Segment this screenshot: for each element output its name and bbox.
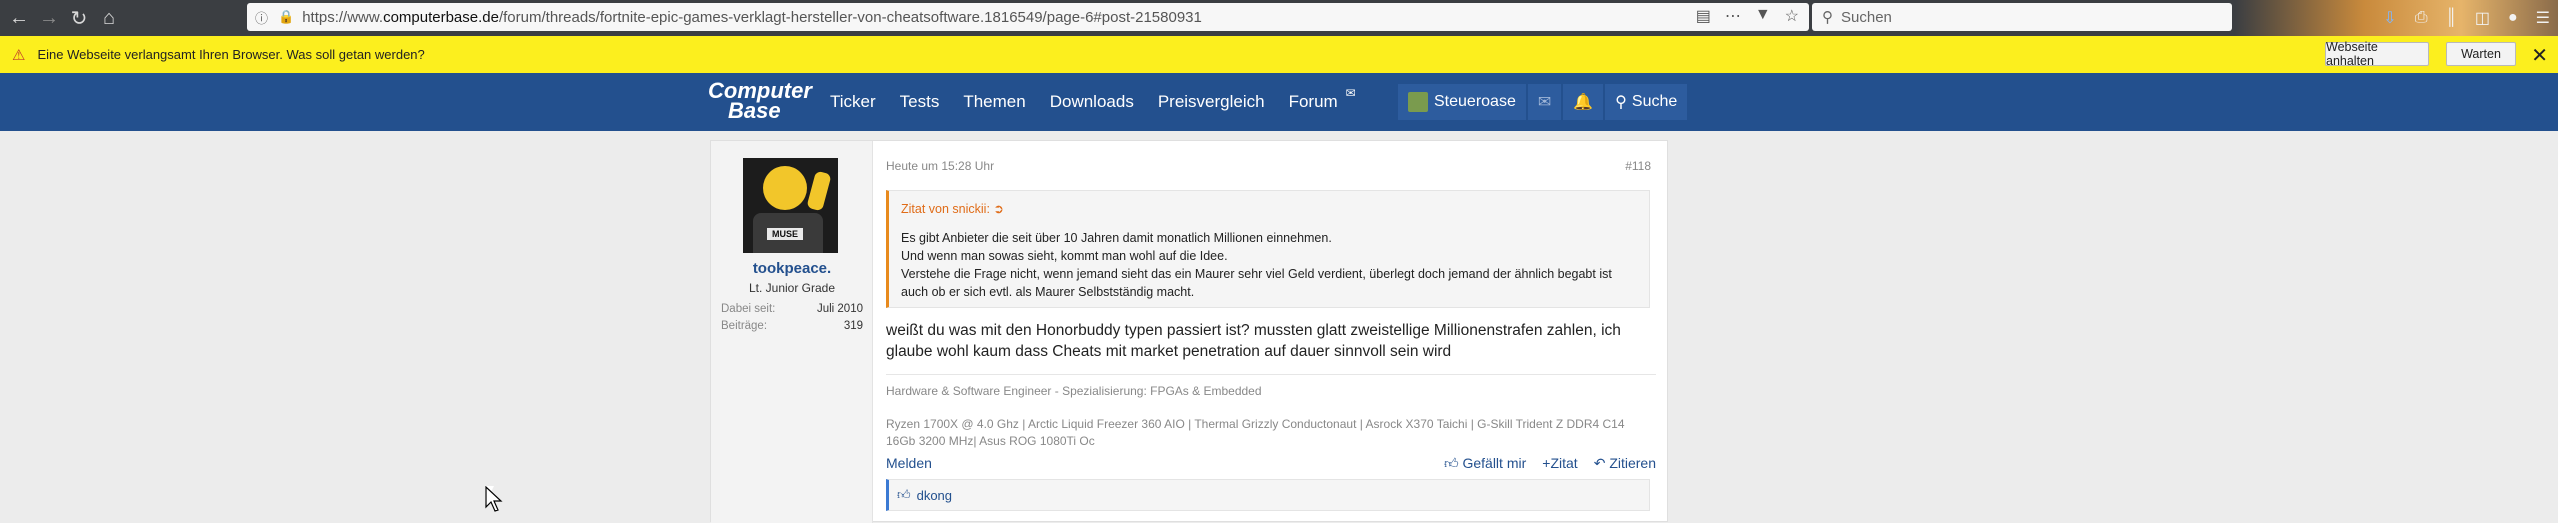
quote-header[interactable]: Zitat von snickii: ➲ (901, 201, 1004, 216)
warning-icon: ⚠ (12, 46, 26, 64)
thumbs-up-icon: 👍︎ (1443, 455, 1459, 471)
wait-button[interactable]: Warten (2446, 42, 2516, 66)
search-field[interactable]: ⚲ Suchen (1812, 3, 2232, 31)
print-icon[interactable]: ⎙ (2415, 9, 2428, 27)
author-avatar[interactable]: MUSE (743, 158, 838, 253)
quote-body: Es gibt Anbieter die seit über 10 Jahren… (901, 231, 1612, 299)
quote-block: Zitat von snickii: ➲ Es gibt Anbieter di… (886, 190, 1650, 308)
reply-icon: ↶ (1593, 455, 1606, 471)
bell-icon[interactable]: 🔔 (1563, 84, 1604, 120)
post-timestamp[interactable]: Heute um 15:28 Uhr (886, 159, 994, 173)
liked-by-user[interactable]: dkong (917, 488, 952, 503)
thumbs-up-icon: 👍︎ (897, 487, 911, 502)
url-path: /forum/threads/fortnite-epic-games-verkl… (498, 8, 1202, 26)
menu-icon[interactable]: ☰ (2536, 8, 2550, 28)
site-logo[interactable]: Computer Base (708, 78, 812, 126)
nav-tests[interactable]: Tests (900, 92, 940, 112)
search-icon: ⚲ (1615, 94, 1627, 111)
url-site: computerbase.de (383, 8, 499, 26)
library-icon[interactable]: ║ (2446, 9, 2457, 27)
user-menu[interactable]: Steueroase (1398, 84, 1526, 120)
stop-page-button[interactable]: Webseite anhalten (2325, 40, 2429, 68)
main-nav: Ticker Tests Themen Downloads Preisvergl… (830, 73, 1356, 131)
notification-text: Eine Webseite verlangsamt Ihren Browser.… (37, 47, 425, 62)
nav-downloads[interactable]: Downloads (1050, 92, 1134, 112)
posts-row: Beiträge: 319 (721, 320, 863, 332)
close-icon[interactable]: ✕ (2531, 43, 2548, 68)
more-icon[interactable]: ⋯ (1725, 6, 1741, 26)
browser-toolbar: ← → ↻ ⌂ ⓘ 🔒 https://www. computerbase.de /… (0, 0, 2558, 36)
forum-post: MUSE tookpeace. Lt. Junior Grade Dabei s… (710, 140, 1668, 523)
home-icon[interactable]: ⌂ (94, 3, 124, 33)
avatar (1408, 92, 1428, 112)
chat-icon: ✉ (1345, 86, 1356, 100)
search-icon: ⚲ (1822, 9, 1833, 26)
forward-icon[interactable]: → (34, 3, 64, 33)
back-icon[interactable]: ← (4, 3, 34, 33)
search-button[interactable]: ⚲ Suche (1605, 84, 1688, 120)
quote-button[interactable]: +Zitat (1542, 455, 1577, 472)
username: Steueroase (1434, 93, 1516, 110)
downloads-icon[interactable]: ⇩ (2383, 8, 2396, 28)
search-placeholder: Suchen (1841, 8, 1892, 26)
pocket-icon[interactable]: ▼ (1755, 6, 1771, 26)
reply-button[interactable]: ↶ Zitieren (1594, 455, 1656, 472)
nav-ticker[interactable]: Ticker (830, 92, 876, 112)
post-message: weißt du was mit den Honorbuddy typen pa… (886, 322, 1621, 360)
quote-source-icon: ➲ (993, 202, 1004, 216)
reload-icon[interactable]: ↻ (64, 3, 94, 33)
site-header: Computer Base Ticker Tests Themen Downlo… (0, 73, 2558, 131)
like-button[interactable]: 👍︎ Gefällt mir (1444, 455, 1526, 472)
post-author-panel: MUSE tookpeace. Lt. Junior Grade Dabei s… (711, 141, 873, 523)
slow-page-notification: ⚠ Eine Webseite verlangsamt Ihren Browse… (0, 36, 2558, 73)
post-number[interactable]: #118 (1625, 159, 1651, 173)
reader-view-icon[interactable]: ▤ (1696, 6, 1711, 26)
report-link[interactable]: Melden (886, 455, 932, 471)
nav-preisvergleich[interactable]: Preisvergleich (1158, 92, 1265, 112)
bookmark-star-icon[interactable]: ☆ (1785, 6, 1799, 26)
signature: Hardware & Software Engineer - Spezialis… (886, 374, 1656, 450)
joined-row: Dabei seit: Juli 2010 (721, 303, 863, 315)
mouse-cursor (485, 486, 503, 512)
sidebar-icon[interactable]: ◫ (2475, 8, 2490, 28)
info-icon[interactable]: ⓘ (255, 8, 268, 27)
user-area: Steueroase ✉ 🔔 ⚲ Suche (1396, 84, 1688, 120)
nav-forum[interactable]: Forum ✉ (1289, 86, 1356, 112)
author-name[interactable]: tookpeace. (711, 260, 873, 277)
nav-themen[interactable]: Themen (963, 92, 1025, 112)
account-icon[interactable]: ● (2508, 9, 2518, 27)
lock-icon: 🔒 (278, 9, 295, 24)
likes-bar: 👍︎ dkong (886, 479, 1650, 511)
messages-icon[interactable]: ✉ (1527, 84, 1562, 120)
search-label: Suche (1631, 93, 1678, 110)
address-bar[interactable]: ⓘ 🔒 https://www. computerbase.de/forum/th… (247, 3, 1809, 31)
url-prefix: https://www. (302, 8, 384, 26)
author-rank: Lt. Junior Grade (748, 281, 836, 295)
